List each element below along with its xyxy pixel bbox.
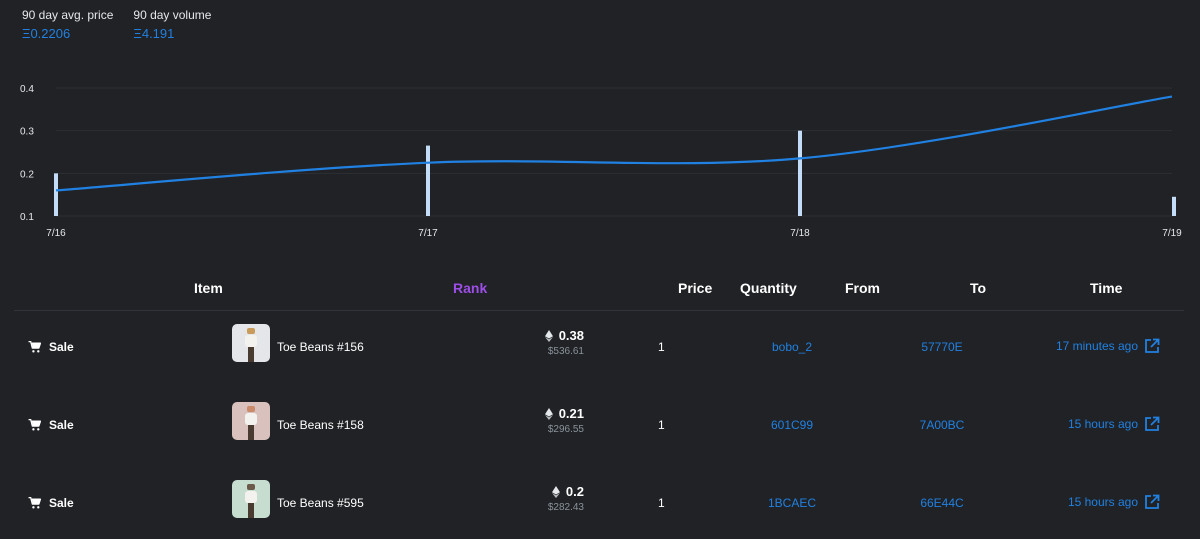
price-usd: $296.55: [547, 424, 584, 435]
time-link[interactable]: 15 hours ago: [1000, 494, 1160, 510]
to-account-link[interactable]: 66E44C: [890, 496, 994, 510]
y-tick-label: 0.4: [20, 84, 34, 95]
event-label: Sale: [49, 340, 74, 354]
header-price[interactable]: Price: [678, 280, 712, 296]
cart-icon: [28, 419, 41, 431]
item-name-link[interactable]: Toe Beans #158: [277, 418, 364, 432]
volume-label: 90 day volume: [133, 8, 212, 22]
volume-value: Ξ4.191: [133, 26, 175, 41]
avg-price-stat: 90 day avg. price Ξ0.2206: [22, 8, 113, 42]
y-tick-label: 0.1: [20, 212, 34, 223]
time-label[interactable]: 15 hours ago: [1068, 417, 1138, 431]
header-divider: [14, 310, 1184, 311]
price-history-chart: 0.1 0.2 0.3 0.4 7/16 7/17 7/18 7/19: [20, 84, 1182, 239]
header-item[interactable]: Item: [194, 280, 223, 296]
to-account-link[interactable]: 57770E: [890, 340, 994, 354]
to-account-link[interactable]: 7A00BC: [890, 418, 994, 432]
event-label: Sale: [49, 418, 74, 432]
x-tick-label: 7/17: [418, 228, 438, 239]
from-account-link[interactable]: 601C99: [740, 418, 844, 432]
event-type: Sale: [28, 418, 74, 432]
y-tick-label: 0.2: [20, 169, 34, 180]
price-cell: 0.21 $296.55: [520, 406, 584, 435]
y-tick-label: 0.3: [20, 127, 34, 138]
stats-bar: 90 day avg. price Ξ0.2206 90 day volume …: [22, 8, 211, 42]
event-type: Sale: [28, 340, 74, 354]
price-usd: $536.61: [547, 346, 584, 357]
avg-price-label: 90 day avg. price: [22, 8, 114, 22]
time-link[interactable]: 15 hours ago: [1000, 416, 1160, 432]
price-eth: 0.2: [565, 484, 584, 499]
item-thumbnail[interactable]: [232, 324, 270, 362]
x-tick-label: 7/19: [1162, 228, 1182, 239]
table-row: Sale Toe Beans #158 0.21 $296.55 1 601C9…: [0, 396, 1200, 456]
table-row: Sale Toe Beans #156 0.38 $536.61 1 bobo_…: [0, 318, 1200, 378]
volume-bar[interactable]: [426, 145, 430, 216]
price-eth: 0.38: [558, 328, 584, 343]
external-link-icon[interactable]: [1144, 416, 1160, 432]
item-name-link[interactable]: Toe Beans #595: [277, 496, 364, 510]
eth-icon: [544, 329, 553, 342]
quantity-value: 1: [658, 340, 665, 354]
avg-price-line[interactable]: [55, 95, 1173, 192]
eth-icon: [544, 407, 553, 420]
item-name-link[interactable]: Toe Beans #156: [277, 340, 364, 354]
price-usd: $282.43: [547, 502, 584, 513]
x-tick-label: 7/16: [46, 228, 66, 239]
table-row: Sale Toe Beans #595 0.2 $282.43 1 1BCAEC…: [0, 474, 1200, 534]
item-thumbnail[interactable]: [232, 480, 270, 518]
time-label[interactable]: 15 hours ago: [1068, 495, 1138, 509]
cart-icon: [28, 497, 41, 509]
price-eth: 0.21: [558, 406, 584, 421]
header-rank[interactable]: Rank: [453, 280, 487, 296]
x-tick-label: 7/18: [790, 228, 810, 239]
quantity-value: 1: [658, 496, 665, 510]
event-label: Sale: [49, 496, 74, 510]
external-link-icon[interactable]: [1144, 338, 1160, 354]
cart-icon: [28, 341, 41, 353]
header-to[interactable]: To: [970, 280, 986, 296]
volume-stat: 90 day volume Ξ4.191: [133, 8, 211, 42]
eth-icon: [551, 485, 560, 498]
volume-bar[interactable]: [54, 173, 58, 216]
quantity-value: 1: [658, 418, 665, 432]
header-from[interactable]: From: [845, 280, 880, 296]
price-cell: 0.2 $282.43: [520, 484, 584, 513]
item-thumbnail[interactable]: [232, 402, 270, 440]
header-quantity[interactable]: Quantity: [740, 280, 797, 296]
header-time[interactable]: Time: [1090, 280, 1122, 296]
volume-bar[interactable]: [798, 130, 802, 216]
from-account-link[interactable]: 1BCAEC: [740, 496, 844, 510]
external-link-icon[interactable]: [1144, 494, 1160, 510]
avg-price-value: Ξ0.2206: [22, 26, 71, 41]
time-link[interactable]: 17 minutes ago: [1000, 338, 1160, 354]
table-header: Item Rank Price Quantity From To Time: [0, 280, 1200, 300]
event-type: Sale: [28, 496, 74, 510]
price-cell: 0.38 $536.61: [520, 328, 584, 357]
time-label[interactable]: 17 minutes ago: [1056, 339, 1138, 353]
from-account-link[interactable]: bobo_2: [740, 340, 844, 354]
volume-bar[interactable]: [1172, 196, 1176, 216]
